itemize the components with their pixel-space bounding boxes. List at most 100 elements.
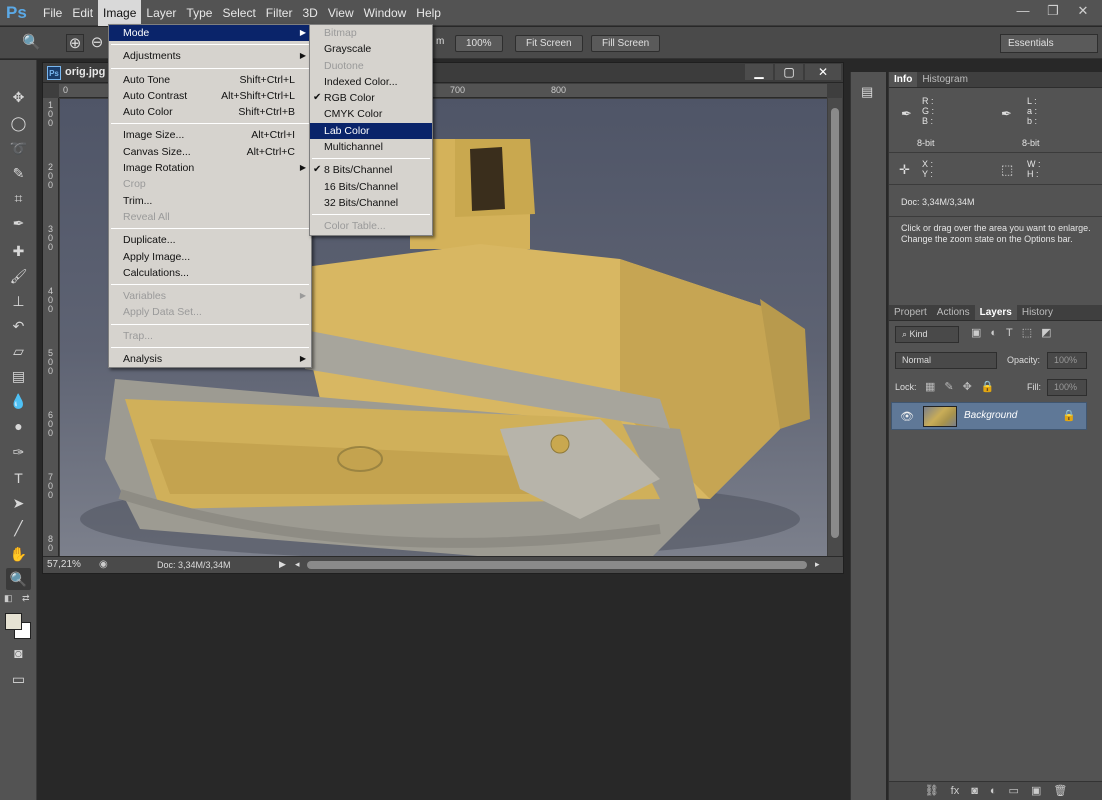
menu-item-cmyk-color[interactable]: CMYK Color [310, 106, 432, 122]
zoom-in-icon[interactable]: ⊕ [66, 34, 84, 52]
menu-item-32-bits-channel[interactable]: 32 Bits/Channel [310, 195, 432, 211]
marquee-tool-icon[interactable]: ◯ [6, 112, 31, 134]
brush-tool-icon[interactable]: 🖌 [6, 265, 31, 287]
menu-select[interactable]: Select [217, 0, 260, 26]
pen-tool-icon[interactable]: ✑ [6, 441, 31, 463]
tab-info[interactable]: Info [889, 72, 918, 87]
vertical-scroll-thumb[interactable] [831, 108, 839, 538]
menu-help[interactable]: Help [411, 0, 446, 26]
blur-tool-icon[interactable]: 💧 [6, 390, 31, 412]
link-layers-icon[interactable]: ⛓ [925, 782, 939, 800]
new-group-icon[interactable]: ▭ [1009, 782, 1019, 800]
menu-item-rgb-color[interactable]: ✔ RGB Color [310, 90, 432, 106]
menu-item-lab-color[interactable]: Lab Color [310, 122, 432, 140]
menu-item-canvas-size[interactable]: Canvas Size... Alt+Ctrl+C [109, 144, 311, 160]
quick-select-tool-icon[interactable]: ✎ [6, 162, 31, 184]
layer-style-icon[interactable]: fx [951, 782, 960, 800]
zoom-level-field[interactable]: 57,21% [47, 559, 81, 570]
status-menu-icon[interactable]: ◉ [99, 559, 108, 570]
menu-item-calculations[interactable]: Calculations... [109, 265, 311, 281]
close-button[interactable]: ✕ [1070, 2, 1096, 20]
fill-input[interactable]: 100% [1047, 379, 1087, 396]
screen-mode-icon[interactable]: ▭ [6, 668, 31, 690]
tab-histogram[interactable]: Histogram [917, 72, 973, 87]
navigator-icon[interactable]: ▤ [861, 84, 873, 100]
menu-edit[interactable]: Edit [67, 0, 98, 26]
fit-screen-button[interactable]: Fit Screen [515, 35, 583, 52]
blend-mode-select[interactable]: Normal [895, 352, 997, 369]
menu-item-grayscale[interactable]: Grayscale [310, 41, 432, 57]
menu-item-image-rotation[interactable]: Image Rotation ▶ [109, 160, 311, 176]
menu-layer[interactable]: Layer [141, 0, 181, 26]
eyedropper-tool-icon[interactable]: ✒ [6, 212, 31, 234]
visibility-eye-icon[interactable]: 👁 [900, 410, 914, 423]
zoom-out-icon[interactable]: ⊖ [88, 34, 106, 52]
menu-3d[interactable]: 3D [297, 0, 322, 26]
crop-tool-icon[interactable]: ⌗ [6, 187, 31, 209]
foreground-color-swatch[interactable] [5, 613, 22, 630]
menu-item-16-bits-channel[interactable]: 16 Bits/Channel [310, 179, 432, 195]
restore-button[interactable]: ❐ [1040, 2, 1066, 20]
doc-minimize-button[interactable]: ▁ [745, 64, 773, 80]
layer-filter-icons[interactable]: ▣◐T⬚◩ [971, 326, 1061, 339]
vertical-scrollbar[interactable] [828, 98, 842, 556]
tab-actions[interactable]: Actions [932, 305, 975, 320]
menu-view[interactable]: View [323, 0, 359, 26]
hand-tool-icon[interactable]: ✋ [6, 543, 31, 565]
doc-size-status[interactable]: Doc: 3,34M/3,34M [157, 560, 231, 570]
opacity-input[interactable]: 100% [1047, 352, 1087, 369]
menu-type[interactable]: Type [181, 0, 217, 26]
ruler-vertical[interactable]: 10020030040050060070080 [43, 98, 59, 556]
doc-maximize-button[interactable]: ▢ [775, 64, 803, 80]
fill-screen-button[interactable]: Fill Screen [591, 35, 661, 52]
new-layer-icon[interactable]: ▣ [1031, 782, 1041, 800]
layer-name[interactable]: Background [964, 410, 1017, 421]
menu-window[interactable]: Window [359, 0, 412, 26]
status-arrow-icon[interactable]: ▶ [279, 559, 286, 570]
healing-brush-tool-icon[interactable]: ✚ [6, 240, 31, 262]
layer-filter-select[interactable]: ⌕ Kind [895, 326, 959, 343]
menu-image[interactable]: Image [98, 0, 142, 26]
menu-item-trim[interactable]: Trim... [109, 193, 311, 209]
menu-item-mode[interactable]: Mode ▶ [109, 25, 311, 42]
tab-history[interactable]: History [1017, 305, 1058, 320]
horizontal-scroll-thumb[interactable] [307, 561, 807, 569]
lock-icons[interactable]: ▦✎✥🔒 [925, 380, 1004, 393]
move-tool-icon[interactable]: ✥ [6, 86, 31, 108]
menu-item-auto-tone[interactable]: Auto Tone Shift+Ctrl+L [109, 72, 311, 88]
quick-mask-icon[interactable]: ◙ [6, 642, 31, 664]
zoom-tool-icon[interactable]: 🔍 [6, 568, 31, 590]
menu-item-indexed-color[interactable]: Indexed Color... [310, 74, 432, 90]
dodge-tool-icon[interactable]: ● [6, 415, 31, 437]
menu-item-8-bits-channel[interactable]: ✔ 8 Bits/Channel [310, 162, 432, 178]
tab-properties[interactable]: Propert [889, 305, 932, 320]
scroll-right-icon[interactable]: ▸ [815, 559, 820, 570]
scroll-left-icon[interactable]: ◂ [295, 559, 300, 570]
adjustment-layer-icon[interactable]: ◐ [990, 782, 997, 800]
actual-pixels-button[interactable]: 100% [455, 35, 503, 52]
menu-item-apply-image[interactable]: Apply Image... [109, 249, 311, 265]
default-colors-icon[interactable]: ◧ [4, 593, 13, 604]
path-select-tool-icon[interactable]: ➤ [6, 492, 31, 514]
menu-filter[interactable]: Filter [261, 0, 298, 26]
eraser-tool-icon[interactable]: ▱ [6, 340, 31, 362]
menu-item-auto-contrast[interactable]: Auto Contrast Alt+Shift+Ctrl+L [109, 88, 311, 104]
menu-item-auto-color[interactable]: Auto Color Shift+Ctrl+B [109, 104, 311, 120]
menu-item-image-size[interactable]: Image Size... Alt+Ctrl+I [109, 127, 311, 143]
trash-icon[interactable]: 🗑 [1053, 782, 1067, 800]
lasso-tool-icon[interactable]: ➰ [6, 137, 31, 159]
doc-close-button[interactable]: ✕ [805, 64, 841, 80]
minimize-button[interactable]: — [1010, 2, 1036, 20]
menu-item-duplicate[interactable]: Duplicate... [109, 232, 311, 248]
menu-item-analysis[interactable]: Analysis ▶ [109, 351, 311, 367]
history-brush-tool-icon[interactable]: ↶ [6, 315, 31, 337]
workspace-select[interactable]: Essentials [1000, 34, 1098, 53]
add-mask-icon[interactable]: ◙ [971, 782, 978, 800]
menu-file[interactable]: File [38, 0, 67, 26]
swap-colors-icon[interactable]: ⇄ [22, 593, 30, 604]
layer-row-background[interactable]: 👁 Background 🔒 [891, 402, 1087, 430]
menu-item-adjustments[interactable]: Adjustments ▶ [109, 48, 311, 64]
line-tool-icon[interactable]: ╱ [6, 517, 31, 539]
tab-layers[interactable]: Layers [974, 305, 1017, 320]
menu-item-multichannel[interactable]: Multichannel [310, 139, 432, 155]
